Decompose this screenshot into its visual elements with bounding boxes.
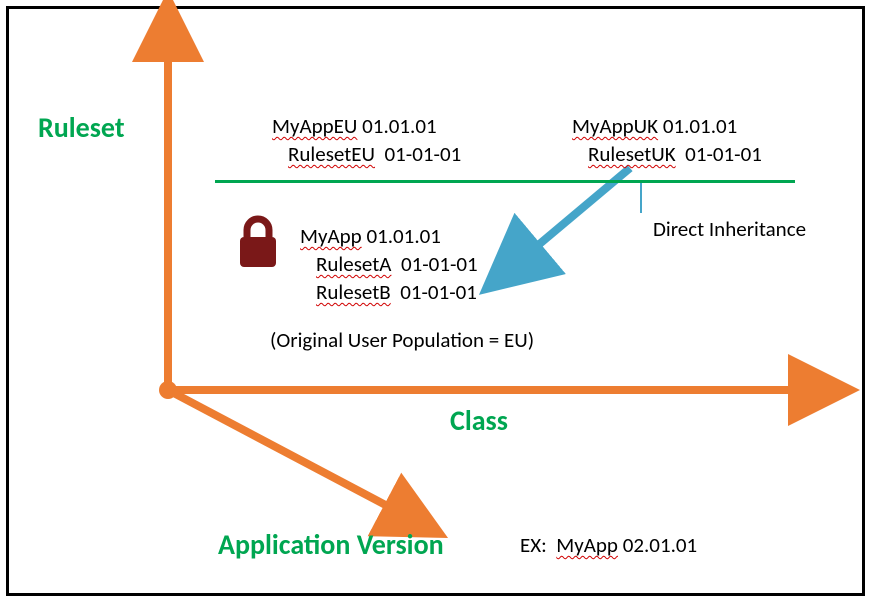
base-ruleset-b-ver: 01-01-01 (400, 279, 477, 305)
example-prefix: EX: (520, 532, 547, 558)
divider-line (215, 180, 795, 183)
base-ruleset-b-row: RulesetB 01-01-01 (316, 278, 477, 306)
eu-ruleset-row: RulesetEU 01-01-01 (288, 140, 461, 168)
eu-app-name: MyAppEU (272, 113, 357, 139)
uk-ruleset-ver: 01-01-01 (685, 141, 762, 167)
population-note: (Original User Population = EU) (270, 326, 534, 354)
base-ruleset-a-ver: 01-01-01 (401, 251, 478, 277)
base-app-name: MyApp (300, 223, 362, 249)
inheritance-label: Direct Inheritance (653, 215, 806, 243)
uk-app-name: MyAppUK (572, 113, 658, 139)
eu-app-ver: 01.01.01 (362, 113, 436, 139)
lock-icon (235, 215, 281, 276)
uk-ruleset-row: RulesetUK 01-01-01 (588, 140, 762, 168)
uk-app-ver: 01.01.01 (663, 113, 737, 139)
eu-ruleset-name: RulesetEU (288, 141, 375, 167)
base-ruleset-b-name: RulesetB (316, 279, 391, 305)
base-app-ver: 01.01.01 (366, 223, 440, 249)
eu-app-row: MyAppEU 01.01.01 (272, 112, 437, 140)
axis-z-label: Application Version (218, 527, 444, 562)
inheritance-connector (640, 183, 642, 213)
base-ruleset-a-row: RulesetA 01-01-01 (316, 250, 478, 278)
axis-x-label: Class (450, 403, 508, 438)
example-ver: 02.01.01 (623, 532, 697, 558)
axis-y-label: Ruleset (38, 110, 125, 145)
base-ruleset-a-name: RulesetA (316, 251, 391, 277)
uk-ruleset-name: RulesetUK (588, 141, 676, 167)
example-app: MyApp (556, 532, 618, 558)
example-row: EX: MyApp 02.01.01 (520, 531, 697, 559)
eu-ruleset-ver: 01-01-01 (385, 141, 462, 167)
uk-app-row: MyAppUK 01.01.01 (572, 112, 737, 140)
base-app-row: MyApp 01.01.01 (300, 222, 441, 250)
